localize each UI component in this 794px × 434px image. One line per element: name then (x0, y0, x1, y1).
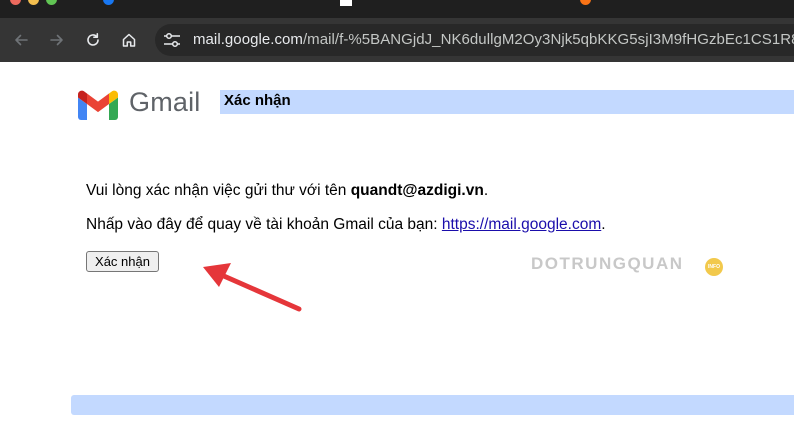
home-icon[interactable] (117, 28, 141, 52)
gmail-logo-icon (78, 90, 118, 120)
reload-icon[interactable] (81, 28, 105, 52)
watermark-badge: INFO (705, 258, 723, 276)
tab-favicon-icon[interactable] (103, 0, 114, 5)
minimize-window-icon[interactable] (28, 0, 39, 5)
back-arrow-icon[interactable] (9, 28, 33, 52)
page-title: Xác nhận (224, 92, 291, 109)
page-content: Gmail Xác nhận Vui lòng xác nhận việc gử… (0, 62, 794, 434)
site-settings-icon[interactable] (163, 32, 181, 48)
confirm-message-prefix: Vui lòng xác nhận việc gửi thư với tên (86, 182, 351, 199)
gmail-wordmark: Gmail (129, 87, 201, 117)
address-bar[interactable]: mail.google.com/mail/f-%5BANGjdJ_NK6dull… (155, 24, 794, 56)
tab-favicon-icon[interactable] (580, 0, 591, 5)
footer-bar (71, 395, 794, 415)
return-message-suffix: . (601, 216, 606, 233)
browser-tab-strip (0, 0, 794, 18)
url-host: mail.google.com (193, 31, 303, 48)
url-path: /mail/f-%5BANGjdJ_NK6dullgM2Oy3Njk5qbKKG… (302, 31, 794, 48)
page-title-bar: Xác nhận (220, 90, 794, 114)
confirm-message-suffix: . (483, 182, 489, 199)
close-window-icon[interactable] (10, 0, 21, 5)
gmail-link[interactable]: https://mail.google.com (442, 216, 601, 233)
tab-favicon-icon[interactable] (340, 0, 352, 6)
browser-toolbar: mail.google.com/mail/f-%5BANGjdJ_NK6dull… (0, 18, 794, 62)
confirm-message: Vui lòng xác nhận việc gửi thư với tên q… (86, 182, 488, 200)
return-message: Nhấp vào đây để quay về tài khoản Gmail … (86, 216, 606, 234)
confirm-button[interactable]: Xác nhận (86, 251, 159, 272)
annotation-arrow-icon (203, 263, 302, 312)
zoom-window-icon[interactable] (46, 0, 57, 5)
sender-email: quandt@azdigi.vn (350, 182, 484, 199)
watermark-text: DOTRUNGQUAN (531, 254, 684, 273)
address-url[interactable]: mail.google.com/mail/f-%5BANGjdJ_NK6dull… (193, 31, 794, 48)
forward-arrow-icon[interactable] (45, 28, 69, 52)
return-message-prefix: Nhấp vào đây để quay về tài khoản Gmail … (86, 216, 442, 233)
